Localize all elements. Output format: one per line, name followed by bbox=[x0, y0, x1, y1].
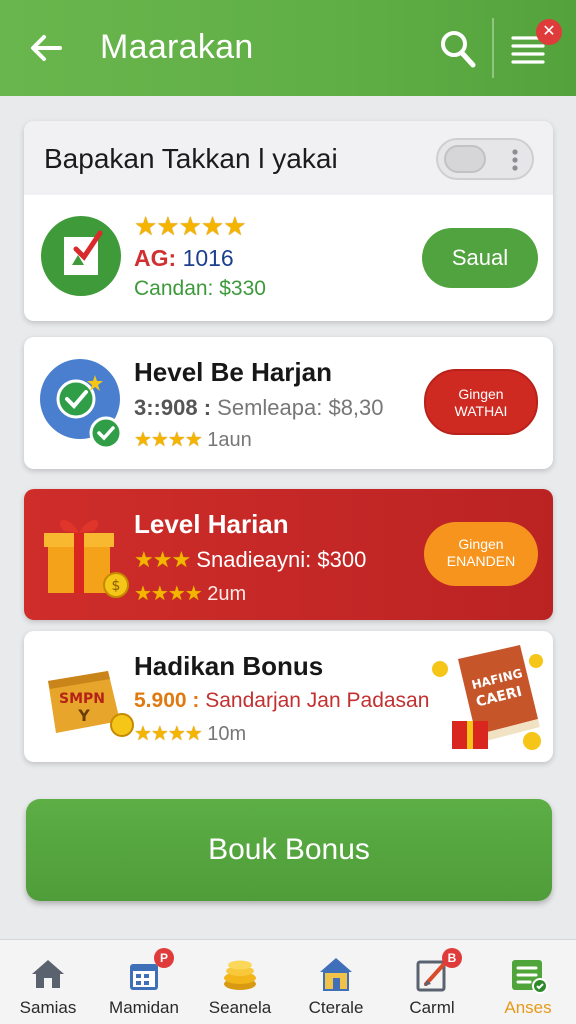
toggle-knob bbox=[444, 145, 486, 173]
bonus-main-button[interactable]: Bouk Bonus bbox=[26, 799, 552, 901]
task-card-hevel: Hevel Be Harjan 3::908 : Semleapa: $8,30… bbox=[24, 337, 553, 469]
rating-stars-small: ★★★ bbox=[134, 547, 191, 572]
page-title: Maarakan bbox=[100, 28, 254, 66]
featured-row: ★★★★★ AG: 1016 Candan: $330 Saual bbox=[24, 195, 553, 321]
store-icon bbox=[320, 958, 352, 991]
task-title: Hevel Be Harjan bbox=[134, 357, 332, 387]
task-meta: ★★★★ 1aun bbox=[134, 427, 252, 452]
stat-label: AG: bbox=[134, 245, 177, 271]
task-detail: ★★★ Snadieayni: $300 bbox=[134, 547, 366, 573]
task-count: 3::908 : bbox=[134, 395, 212, 420]
featured-reward: Candan: $330 bbox=[134, 277, 266, 300]
nav-label: Seanela bbox=[208, 998, 272, 1017]
rating-stars: ★★★★★ bbox=[134, 211, 247, 241]
close-badge[interactable]: ✕ bbox=[536, 19, 562, 45]
task-title: Level Harian bbox=[134, 509, 289, 539]
rating-stars: ★★★★ bbox=[134, 583, 203, 605]
svg-text:SMPN: SMPN bbox=[59, 691, 105, 707]
featured-card-header: Bapakan Takkan l yakai bbox=[24, 121, 553, 195]
nav-label: Cterale bbox=[308, 998, 364, 1017]
nav-label: Mamidan bbox=[109, 998, 179, 1017]
task-action-button[interactable]: Gingen WATHAI bbox=[424, 369, 538, 435]
stat-value: 1016 bbox=[182, 245, 234, 271]
task-time: 10m bbox=[207, 723, 247, 745]
featured-toggle[interactable] bbox=[436, 138, 534, 180]
nav-badge: B bbox=[442, 948, 462, 968]
nav-item-mamidan[interactable]: P Mamidan bbox=[96, 940, 192, 1024]
back-arrow-icon[interactable] bbox=[26, 28, 66, 68]
task-detail: 5.900 : Sandarjan Jan Padasan bbox=[134, 689, 429, 713]
verified-badge-icon bbox=[40, 359, 123, 449]
claim-button[interactable]: Saual bbox=[422, 228, 538, 288]
svg-text:$: $ bbox=[112, 578, 121, 594]
task-reward: Semleapa: $8,30 bbox=[217, 395, 384, 420]
app-bar: Maarakan ✕ bbox=[0, 0, 576, 96]
task-title: Hadikan Bonus bbox=[134, 651, 324, 681]
task-card-bonus: SMPN Y Hadikan Bonus 5.900 : Sandarjan J… bbox=[24, 631, 553, 762]
rating-stars: ★★★★ bbox=[134, 429, 203, 451]
featured-card-title: Bapakan Takkan l yakai bbox=[44, 143, 338, 174]
coins-icon bbox=[224, 960, 256, 990]
task-check-icon bbox=[41, 216, 121, 296]
gift-box-icon: $ bbox=[44, 519, 129, 598]
nav-item-seanela[interactable]: Seanela bbox=[192, 940, 288, 1024]
task-detail: 3::908 : Semleapa: $8,30 bbox=[134, 395, 384, 421]
nav-badge: P bbox=[154, 948, 174, 968]
bonus-book-icon: HAFING CAERI bbox=[432, 645, 543, 750]
task-time: 2um bbox=[207, 583, 247, 605]
task-reward: Sandarjan Jan Padasan bbox=[205, 689, 430, 712]
nav-item-samias[interactable]: Samias bbox=[0, 940, 96, 1024]
nav-label: Samias bbox=[19, 998, 77, 1017]
header-divider bbox=[492, 18, 494, 78]
nav-item-carml[interactable]: B Carml bbox=[384, 940, 480, 1024]
task-meta: ★★★★ 2um bbox=[134, 581, 246, 606]
svg-text:Y: Y bbox=[77, 706, 90, 725]
task-time: 1aun bbox=[207, 429, 252, 451]
featured-card: Bapakan Takkan l yakai ★★★★★ AG: 1016 Ca… bbox=[24, 121, 553, 321]
task-card-level: $ Level Harian ★★★ Snadieayni: $300 ★★★★… bbox=[24, 489, 553, 620]
more-options-icon[interactable] bbox=[512, 149, 518, 171]
rating-stars: ★★★★ bbox=[134, 723, 203, 745]
nav-label: Carml bbox=[409, 998, 455, 1017]
featured-stat: AG: 1016 bbox=[134, 245, 234, 272]
list-check-icon bbox=[512, 960, 548, 994]
nav-item-cterale[interactable]: Cterale bbox=[288, 940, 384, 1024]
task-action-button[interactable]: Gingen ENANDEN bbox=[424, 522, 538, 586]
task-count: 5.900 : bbox=[134, 689, 200, 712]
money-bag-icon: SMPN Y bbox=[48, 671, 134, 737]
bottom-navigation: Samias P Mamidan Seanela Cterale B Carml… bbox=[0, 939, 576, 1024]
nav-item-anses[interactable]: Anses bbox=[480, 940, 576, 1024]
search-icon[interactable] bbox=[438, 28, 478, 70]
task-reward: Snadieayni: $300 bbox=[196, 547, 367, 572]
task-meta: ★★★★ 10m bbox=[134, 721, 246, 746]
nav-label: Anses bbox=[504, 998, 552, 1017]
home-icon bbox=[32, 960, 64, 988]
